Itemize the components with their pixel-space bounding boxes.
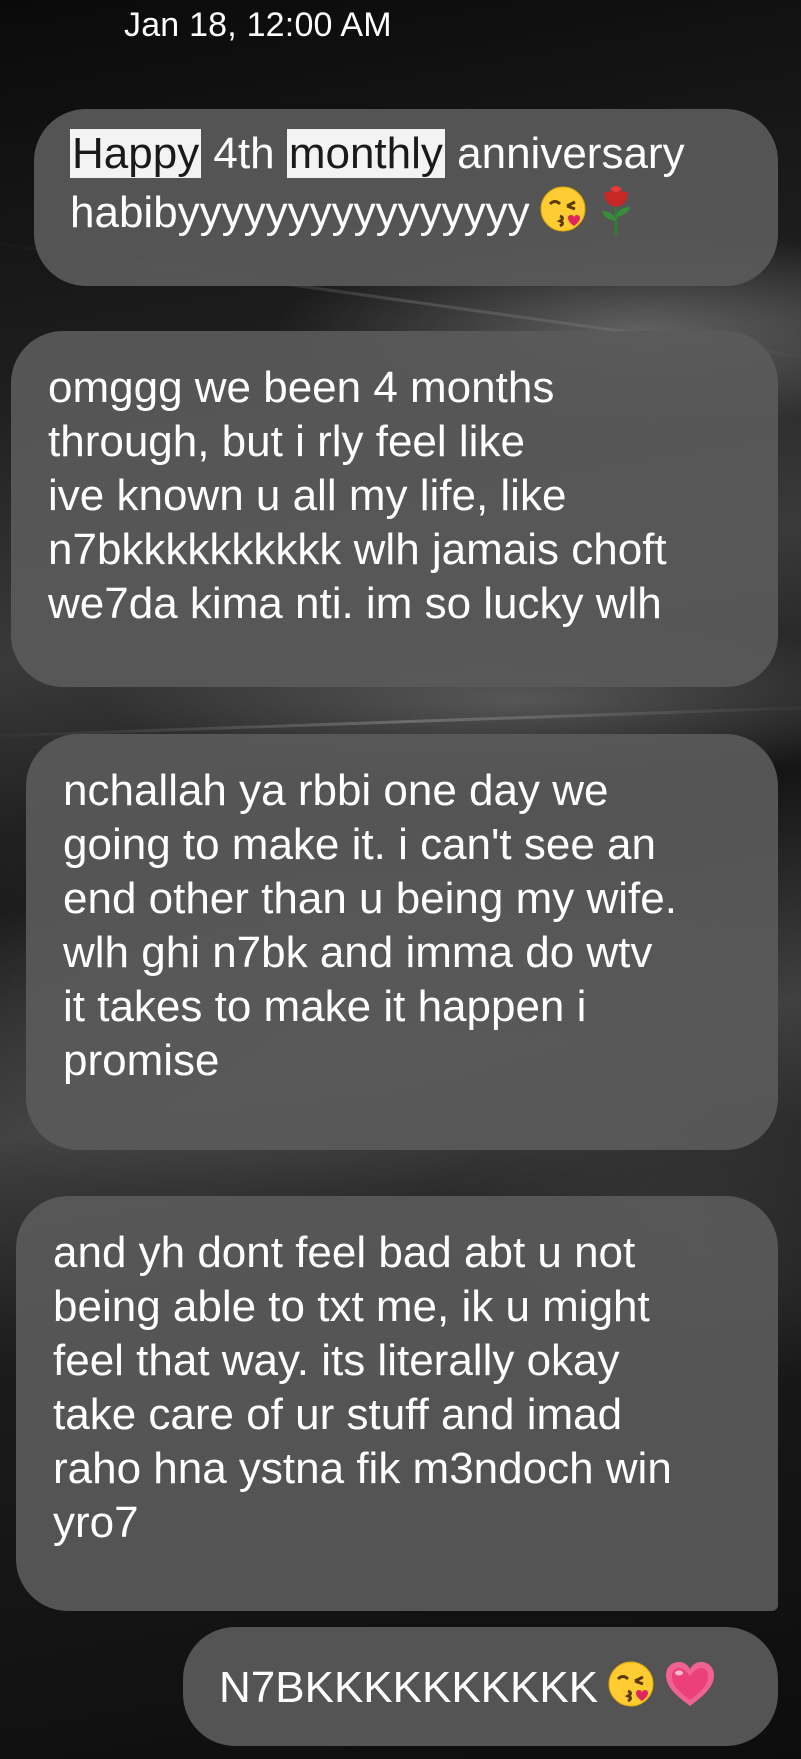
message-line: feel that way. its literally okay — [53, 1336, 620, 1385]
message-line: it takes to make it happen i — [63, 982, 587, 1031]
message-line: omggg we been 4 months — [48, 363, 555, 412]
message-text: N7BKKKKKKKKKK — [219, 1663, 599, 1713]
message-line: yro7 — [53, 1498, 139, 1547]
message-bubble-4[interactable]: and yh dont feel bad abt u not being abl… — [16, 1196, 778, 1611]
message-line: nchallah ya rbbi one day we — [63, 766, 609, 815]
pink-heart-icon — [664, 1660, 716, 1721]
message-bubble-1[interactable]: Happy 4th monthly anniversary habibyyyyy… — [34, 109, 778, 286]
message-line: N7BKKKKKKKKKK — [219, 1659, 758, 1722]
message-line: take care of ur stuff and imad — [53, 1390, 623, 1439]
message-line: promise — [63, 1036, 220, 1085]
rose-icon — [596, 181, 636, 250]
message-line: ive known u all my life, like — [48, 471, 567, 520]
message-bubble-5[interactable]: N7BKKKKKKKKKK — [183, 1627, 778, 1746]
message-timestamp: Jan 18, 12:00 AM — [124, 6, 392, 44]
message-line: habibyyyyyyyyyyyyyyyy — [70, 181, 744, 250]
message-line: wlh ghi n7bk and imma do wtv — [63, 928, 653, 977]
highlighted-word: monthly — [286, 129, 445, 178]
kissing-face-emoji-icon — [538, 184, 588, 247]
message-line: and yh dont feel bad abt u not — [53, 1228, 636, 1277]
highlighted-word: Happy — [70, 129, 202, 178]
message-line: end other than u being my wife. — [63, 874, 677, 923]
message-line: n7bkkkkkkkkkk wlh jamais choft — [48, 525, 667, 574]
message-line: through, but i rly feel like — [48, 417, 525, 466]
message-word: anniversary — [457, 129, 685, 178]
message-bubble-3[interactable]: nchallah ya rbbi one day we going to mak… — [26, 734, 778, 1150]
kissing-face-emoji-icon — [606, 1659, 656, 1722]
message-line: being able to txt me, ik u might — [53, 1282, 650, 1331]
message-text: habibyyyyyyyyyyyyyyyy — [70, 188, 530, 238]
message-line: we7da kima nti. im so lucky wlh — [48, 579, 662, 628]
message-line: raho hna ystna fik m3ndoch win — [53, 1444, 672, 1493]
message-word: 4th — [213, 129, 275, 178]
message-bubble-2[interactable]: omggg we been 4 months through, but i rl… — [11, 331, 778, 687]
message-line: going to make it. i can't see an — [63, 820, 656, 869]
message-line: Happy 4th monthly anniversary — [70, 127, 744, 181]
